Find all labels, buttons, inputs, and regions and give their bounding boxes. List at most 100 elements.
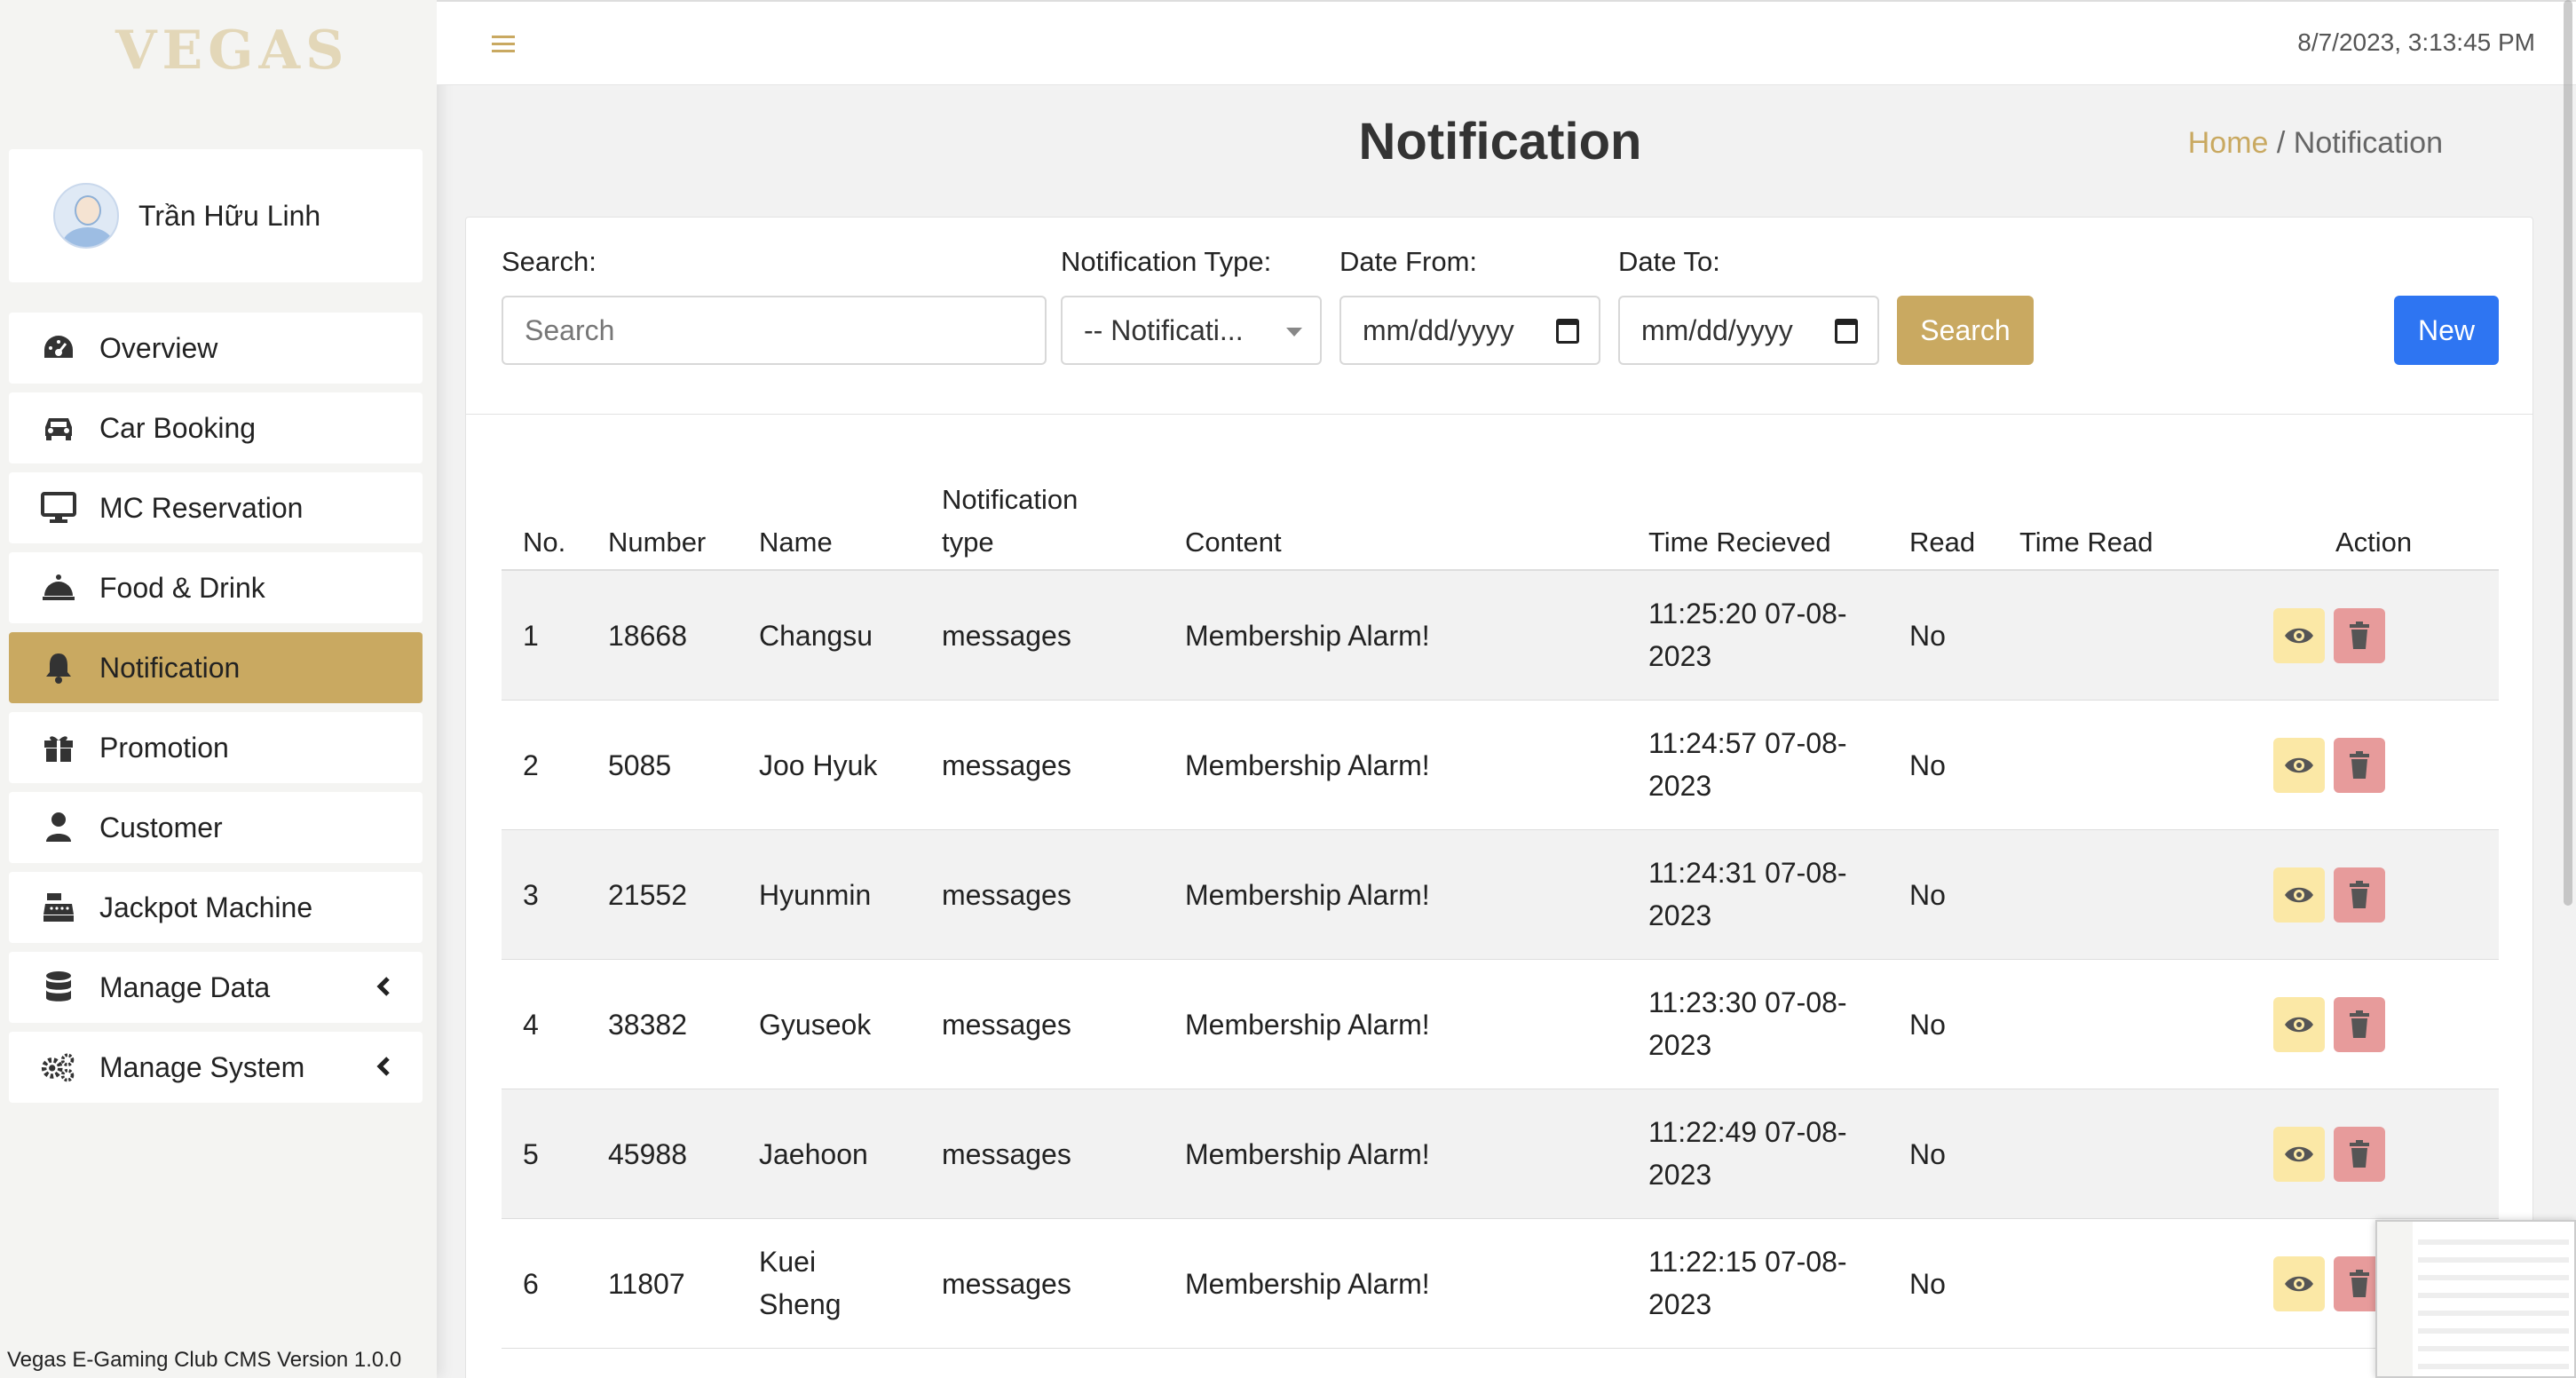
search-input[interactable]: Search [502, 296, 1047, 365]
cell-read: No [1909, 879, 1946, 911]
cell-read: No [1909, 620, 1946, 652]
trash-icon [2349, 881, 2370, 909]
table-row: 2 5085 messages Membership Alarm! No Joo Hyuk… [502, 701, 2499, 830]
view-button[interactable] [2273, 867, 2325, 923]
sidebar-item-promotion[interactable]: Promotion [9, 712, 423, 783]
gift-icon [41, 730, 76, 765]
sidebar-item-label: Customer [99, 811, 223, 843]
table-header: No. Number Name Notification type Conten… [502, 455, 2499, 571]
table-row: 5 45988 messages Membership Alarm! No Jaehoon… [502, 1089, 2499, 1219]
col-header-time-received: Time Recieved [1648, 527, 1831, 558]
cell-time-received: 11:24:31 07-08- [1648, 857, 1847, 889]
version-text: Vegas E-Gaming Club CMS Version 1.0.0 [7, 1348, 402, 1372]
sidebar-item-label: Car Booking [99, 411, 257, 444]
cell-time-received-year: 2023 [1648, 1159, 1712, 1191]
cell-time-received: 11:24:57 07-08- [1648, 727, 1847, 759]
col-header-action: Action [2335, 527, 2413, 558]
notification-table: No. Number Name Notification type Conten… [502, 455, 2499, 1349]
notification-type-value: -- Notificati... [1084, 313, 1244, 346]
sidebar-item-manage-system[interactable]: Manage System [9, 1032, 423, 1103]
view-button[interactable] [2273, 997, 2325, 1052]
new-button[interactable]: New [2394, 296, 2499, 365]
sidebar-item-manage-data[interactable]: Manage Data [9, 952, 423, 1023]
col-header-number: Number [608, 527, 707, 558]
dashboard-icon [41, 330, 76, 366]
sidebar-item-food-drink[interactable]: Food & Drink [9, 552, 423, 623]
cell-type: messages [942, 1009, 1071, 1041]
sidebar-item-car-booking[interactable]: Car Booking [9, 392, 423, 463]
cell-read: No [1909, 1268, 1946, 1300]
hamburger-menu-icon[interactable] [492, 34, 515, 55]
cell-time-received-year: 2023 [1648, 1288, 1712, 1320]
calendar-icon[interactable] [1556, 319, 1579, 344]
date-to-input[interactable]: mm/dd/yyyy [1618, 296, 1879, 365]
table-row: 3 21552 messages Membership Alarm! No Hyunmin… [502, 830, 2499, 960]
sidebar-item-mc-reservation[interactable]: MC Reservation [9, 472, 423, 543]
delete-button[interactable] [2334, 738, 2385, 793]
date-to-label: Date To: [1618, 246, 1720, 277]
cloche-icon [41, 570, 76, 606]
trash-icon [2349, 751, 2370, 780]
col-header-type-line1: Notification [942, 484, 1079, 515]
sidebar-item-overview[interactable]: Overview [9, 313, 423, 384]
view-button[interactable] [2273, 1127, 2325, 1182]
database-icon [41, 970, 76, 1005]
cell-number: 38382 [608, 1009, 687, 1041]
cell-time-received: 11:22:15 07-08- [1648, 1246, 1847, 1278]
col-header-name: Name [759, 527, 833, 558]
cell-no: 1 [523, 620, 539, 652]
screenshot-preview-thumbnail[interactable] [2375, 1220, 2576, 1378]
view-button[interactable] [2273, 1256, 2325, 1311]
chevron-left-icon[interactable] [375, 973, 392, 1000]
sidebar-item-label: MC Reservation [99, 491, 304, 524]
eye-icon [2284, 885, 2314, 905]
sidebar-item-notification[interactable]: Notification [9, 632, 423, 703]
delete-button[interactable] [2334, 608, 2385, 663]
table-body: 1 18668 messages Membership Alarm! No Changsu… [502, 571, 2499, 1349]
cell-number: 18668 [608, 620, 687, 652]
date-from-placeholder: mm/dd/yyyy [1363, 313, 1514, 346]
date-from-input[interactable]: mm/dd/yyyy [1339, 296, 1600, 365]
user-card[interactable]: Trần Hữu Linh [9, 149, 423, 282]
cell-time-received-year: 2023 [1648, 640, 1712, 672]
sidebar-item-customer[interactable]: Customer [9, 792, 423, 863]
cell-type: messages [942, 749, 1071, 781]
search-placeholder: Search [525, 313, 615, 346]
eye-icon [2284, 1274, 2314, 1294]
car-icon [41, 410, 76, 446]
breadcrumb-home-link[interactable]: Home [2188, 126, 2269, 160]
view-button[interactable] [2273, 738, 2325, 793]
delete-button[interactable] [2334, 867, 2385, 923]
delete-button[interactable] [2334, 997, 2385, 1052]
cell-no: 4 [523, 1009, 539, 1041]
cell-read: No [1909, 1009, 1946, 1041]
cell-name: Gyuseok [759, 1009, 872, 1041]
page-scrollbar[interactable] [2564, 0, 2572, 906]
vegas-logo[interactable]: VEGAS [115, 20, 344, 91]
cell-content: Membership Alarm! [1185, 1138, 1430, 1170]
view-button[interactable] [2273, 608, 2325, 663]
table-row: 6 11807 messages Membership Alarm! No Kuei She… [502, 1219, 2499, 1349]
delete-button[interactable] [2334, 1127, 2385, 1182]
chevron-left-icon[interactable] [375, 1053, 392, 1080]
cell-name: Jaehoon [759, 1138, 868, 1170]
cell-type: messages [942, 879, 1071, 911]
cell-content: Membership Alarm! [1185, 1009, 1430, 1041]
sidebar-item-label: Manage Data [99, 970, 271, 1003]
breadcrumb: Home / Notification [2188, 126, 2443, 161]
cell-read: No [1909, 1138, 1946, 1170]
cell-type: messages [942, 620, 1071, 652]
notification-type-select[interactable]: -- Notificati... [1061, 296, 1322, 365]
col-header-no: No. [523, 527, 566, 558]
cell-time-received-year: 2023 [1648, 899, 1712, 931]
cell-no: 5 [523, 1138, 539, 1170]
search-button[interactable]: Search [1897, 296, 2034, 365]
cell-time-received: 11:23:30 07-08- [1648, 986, 1847, 1018]
sidebar-item-label: Manage System [99, 1050, 305, 1083]
cell-number: 5085 [608, 749, 672, 781]
search-label: Search: [502, 246, 597, 277]
sidebar-item-jackpot-machine[interactable]: Jackpot Machine [9, 872, 423, 943]
current-datetime: 8/7/2023, 3:13:45 PM [2297, 28, 2535, 56]
calendar-icon[interactable] [1835, 319, 1858, 344]
sidebar-item-label: Overview [99, 331, 218, 364]
